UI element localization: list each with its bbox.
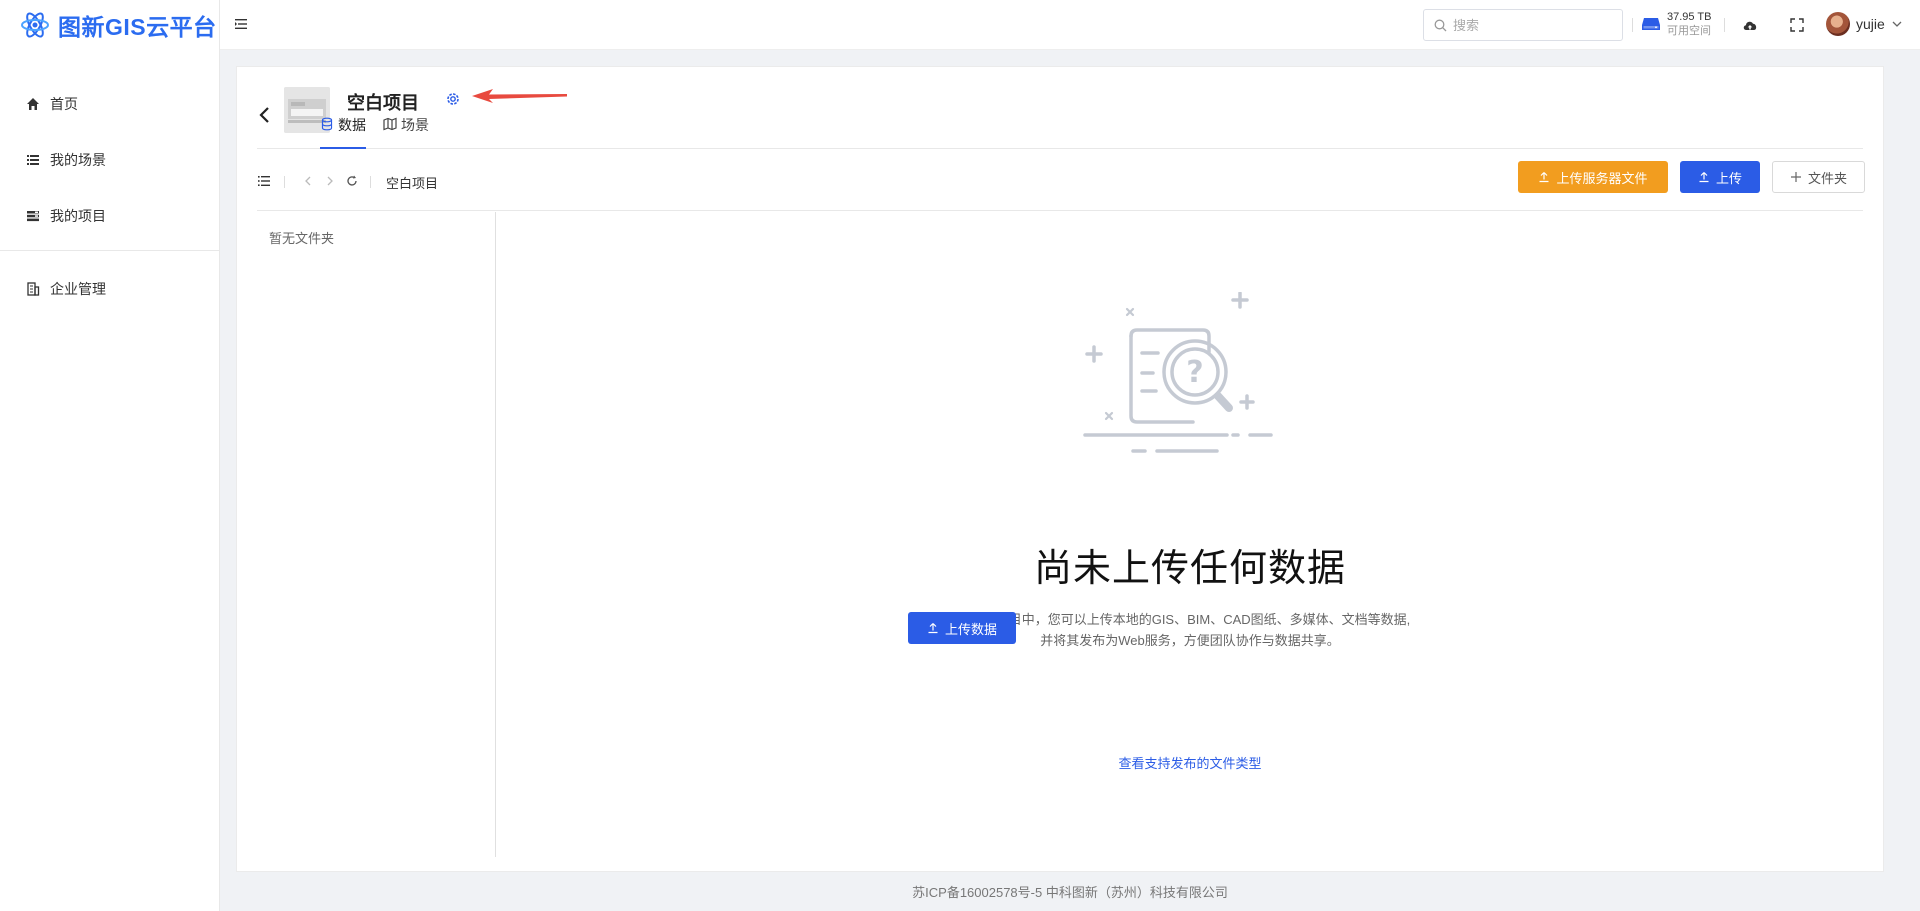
annotation-arrow-icon: [472, 89, 567, 103]
sidebar-item-projects[interactable]: 我的项目: [0, 188, 219, 244]
empty-state-description: 在此项目中，您可以上传本地的GIS、BIM、CAD图纸、多媒体、文档等数据, 并…: [497, 609, 1883, 651]
avatar: [1826, 12, 1850, 36]
empty-state-desc-line1: 在此项目中，您可以上传本地的GIS、BIM、CAD图纸、多媒体、文档等数据,: [969, 612, 1411, 627]
sidebar-item-label: 我的场景: [50, 152, 106, 168]
upload-data-button[interactable]: 上传数据: [908, 612, 1016, 644]
svg-text:?: ?: [1186, 355, 1203, 390]
back-arrow-icon[interactable]: [257, 105, 273, 125]
file-toolbar: 空白项目 上传服务器文件 上传 文件夹: [257, 149, 1865, 211]
storage-label: 可用空间: [1667, 25, 1711, 37]
plus-icon: [1790, 172, 1801, 182]
list-view-icon[interactable]: [257, 174, 271, 188]
building-icon: [27, 282, 40, 296]
empty-state: ? 尚未上传任何数据 在此项目中，您可以上传本地的GIS、BIM、CAD图纸、多…: [497, 212, 1883, 857]
upload-label: 上传: [1715, 170, 1742, 186]
chevron-down-icon: [1892, 21, 1902, 27]
brand-logo-icon: [21, 12, 49, 38]
new-folder-button[interactable]: 文件夹: [1772, 161, 1865, 193]
sidebar: 图新GIS云平台 首页 我的场景 我的项目 企业管理: [0, 0, 220, 911]
supported-file-types-link[interactable]: 查看支持发布的文件类型: [497, 753, 1883, 772]
cloud-upload-icon[interactable]: [1742, 17, 1758, 33]
upload-icon: [1699, 172, 1709, 183]
gear-icon[interactable]: [445, 91, 461, 107]
project-header: 空白项目 数据 场景: [257, 87, 1863, 149]
sidebar-item-label: 企业管理: [50, 281, 106, 297]
project-card: 空白项目 数据 场景 空白项目 上传服务器文件 上传 文件夹 暂无文件夹 ? 尚…: [236, 66, 1884, 872]
list-icon: [27, 155, 39, 165]
upload-icon: [1539, 172, 1549, 183]
empty-state-title: 尚未上传任何数据: [1033, 548, 1346, 590]
storage-indicator[interactable]: 37.95 TB 可用空间: [1641, 10, 1711, 38]
breadcrumb[interactable]: 空白项目: [386, 173, 438, 192]
home-icon: [27, 98, 39, 110]
empty-state-desc-line2: 并将其发布为Web服务，方便团队协作与数据共享。: [1040, 633, 1340, 648]
upload-server-file-label: 上传服务器文件: [1556, 170, 1648, 186]
username: yujie: [1856, 16, 1885, 32]
toolbar-divider: [370, 176, 371, 188]
sidebar-divider: [0, 250, 219, 251]
user-menu[interactable]: yujie: [1826, 12, 1903, 36]
upload-button[interactable]: 上传: [1680, 161, 1760, 193]
folder-tree-pane: 暂无文件夹: [237, 212, 496, 857]
brand-name: 图新GIS云平台: [58, 14, 217, 40]
header-divider: [1632, 18, 1633, 32]
projects-icon: [27, 211, 39, 222]
brand-logo[interactable]: 图新GIS云平台: [0, 0, 219, 50]
empty-search-document-icon: ?: [1083, 292, 1273, 453]
header-divider: [1724, 18, 1725, 32]
tab-scenes[interactable]: 场景: [383, 115, 429, 149]
map-icon: [383, 117, 397, 131]
refresh-icon[interactable]: [345, 174, 359, 188]
fullscreen-icon[interactable]: [1789, 17, 1805, 33]
footer-copyright: 苏ICP备16002578号-5 中科图新（苏州）科技有限公司: [912, 885, 1228, 900]
sidebar-item-home[interactable]: 首页: [0, 76, 219, 132]
database-icon: [321, 117, 333, 131]
nav-back-icon[interactable]: [301, 174, 315, 188]
sidebar-item-label: 首页: [50, 96, 78, 112]
tab-scenes-label: 场景: [401, 117, 429, 133]
search-input[interactable]: [1453, 17, 1603, 33]
upload-server-file-button[interactable]: 上传服务器文件: [1518, 161, 1668, 193]
upload-icon: [928, 623, 938, 634]
nav-forward-icon[interactable]: [323, 174, 337, 188]
search-icon: [1434, 19, 1447, 31]
new-folder-label: 文件夹: [1807, 170, 1847, 186]
toolbar-divider: [284, 176, 285, 188]
tab-data[interactable]: 数据: [320, 115, 366, 149]
no-folder-text: 暂无文件夹: [269, 231, 335, 246]
project-title: 空白项目: [347, 93, 419, 113]
search-box[interactable]: [1423, 9, 1623, 41]
sidebar-item-enterprise[interactable]: 企业管理: [0, 261, 219, 317]
top-header: 37.95 TB 可用空间 yujie: [220, 0, 1920, 50]
sidebar-item-label: 我的项目: [50, 208, 106, 224]
sidebar-item-scenes[interactable]: 我的场景: [0, 132, 219, 188]
menu-toggle-icon[interactable]: [234, 17, 248, 31]
storage-value: 37.95 TB: [1667, 11, 1712, 23]
upload-data-label: 上传数据: [944, 621, 997, 637]
hard-drive-icon: [1642, 18, 1660, 30]
tab-data-label: 数据: [338, 117, 366, 133]
